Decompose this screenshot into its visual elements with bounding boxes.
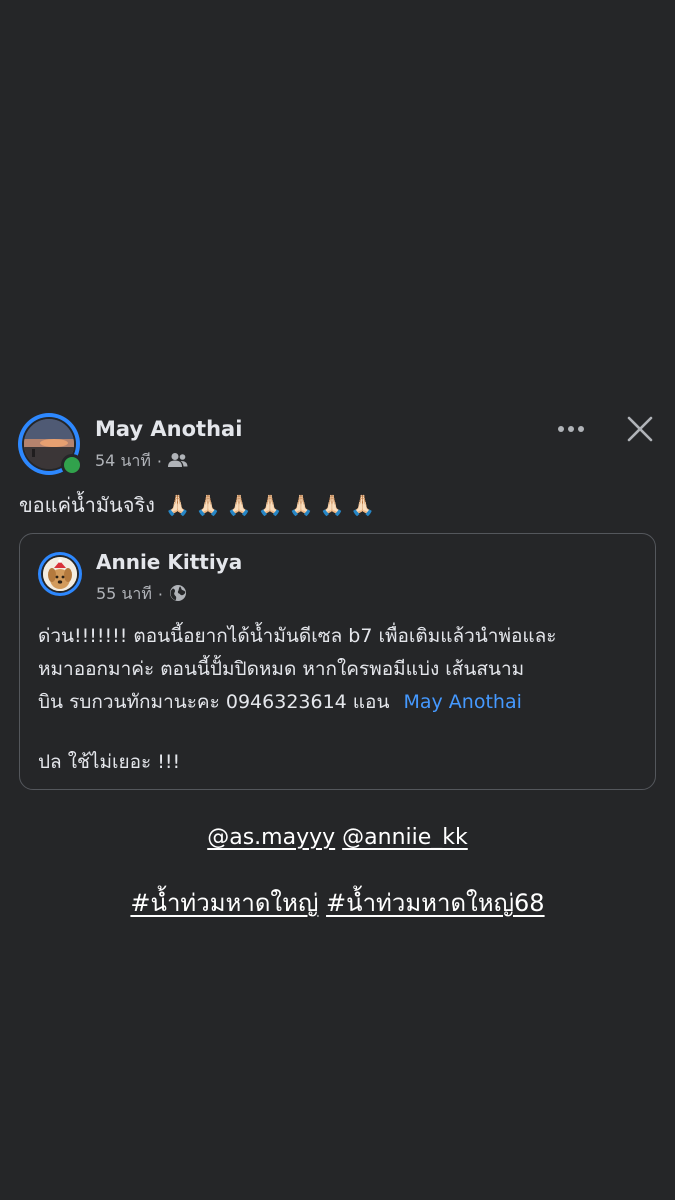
dog-photo-icon	[43, 557, 77, 591]
author-name[interactable]: May Anothai	[95, 417, 242, 441]
online-status-indicator	[61, 454, 83, 476]
shared-author-avatar[interactable]	[38, 552, 82, 596]
post-text: ขอแค่น้ำมันจริง	[19, 493, 155, 517]
story-mentions: @as.mayyy @anniie_kk	[0, 825, 675, 850]
meta-separator: ·	[157, 585, 164, 604]
shared-post-meta: 55 นาที ·	[96, 582, 187, 607]
mention-tag[interactable]: @anniie_kk	[342, 825, 468, 850]
shared-post-card[interactable]: Annie Kittiya 55 นาที · ด่วน!!!!!!! ตอนน…	[19, 533, 656, 790]
friends-icon	[168, 452, 188, 472]
pray-emoji-icon: 🙏🏻🙏🏻🙏🏻🙏🏻🙏🏻🙏🏻🙏🏻	[164, 493, 382, 517]
shared-post-line: บิน รบกวนทักมานะคะ 0946323614 แอน May Ano…	[38, 686, 643, 719]
shared-author-name[interactable]: Annie Kittiya	[96, 550, 242, 574]
shared-post-line: ด่วน!!!!!!! ตอนนี้อยากได้น้ำมันดีเซล b7 …	[38, 625, 557, 647]
post-time: 54 นาที	[95, 451, 151, 470]
post-meta: 54 นาที ·	[95, 449, 188, 474]
globe-icon	[169, 584, 187, 606]
shared-post-line-text: บิน รบกวนทักมานะคะ 0946323614 แอน	[38, 691, 390, 713]
shared-post-line: หมาออกมาค่ะ ตอนนี้ปั้มปิดหมด หากใครพอมีแ…	[38, 658, 525, 680]
shared-post-time: 55 นาที	[96, 584, 152, 603]
close-button[interactable]	[620, 411, 660, 447]
close-icon	[627, 416, 653, 442]
shared-post-body: ด่วน!!!!!!! ตอนนี้อยากได้น้ำมันดีเซล b7 …	[38, 620, 643, 779]
shared-post-footer: ปล ใช้ไม่เยอะ !!!	[38, 751, 181, 773]
more-options-button[interactable]	[550, 413, 592, 445]
hashtag[interactable]: #น้ำท่วมหาดใหญ่	[130, 889, 318, 917]
more-dots-icon	[558, 426, 584, 432]
mention-link[interactable]: May Anothai	[403, 691, 521, 713]
mention-tag[interactable]: @as.mayyy	[207, 825, 335, 850]
post-caption: ขอแค่น้ำมันจริง 🙏🏻🙏🏻🙏🏻🙏🏻🙏🏻🙏🏻🙏🏻	[19, 489, 381, 521]
hashtag[interactable]: #น้ำท่วมหาดใหญ่68	[326, 889, 545, 917]
meta-separator: ·	[156, 452, 163, 471]
story-hashtags: #น้ำท่วมหาดใหญ่ #น้ำท่วมหาดใหญ่68	[0, 883, 675, 922]
